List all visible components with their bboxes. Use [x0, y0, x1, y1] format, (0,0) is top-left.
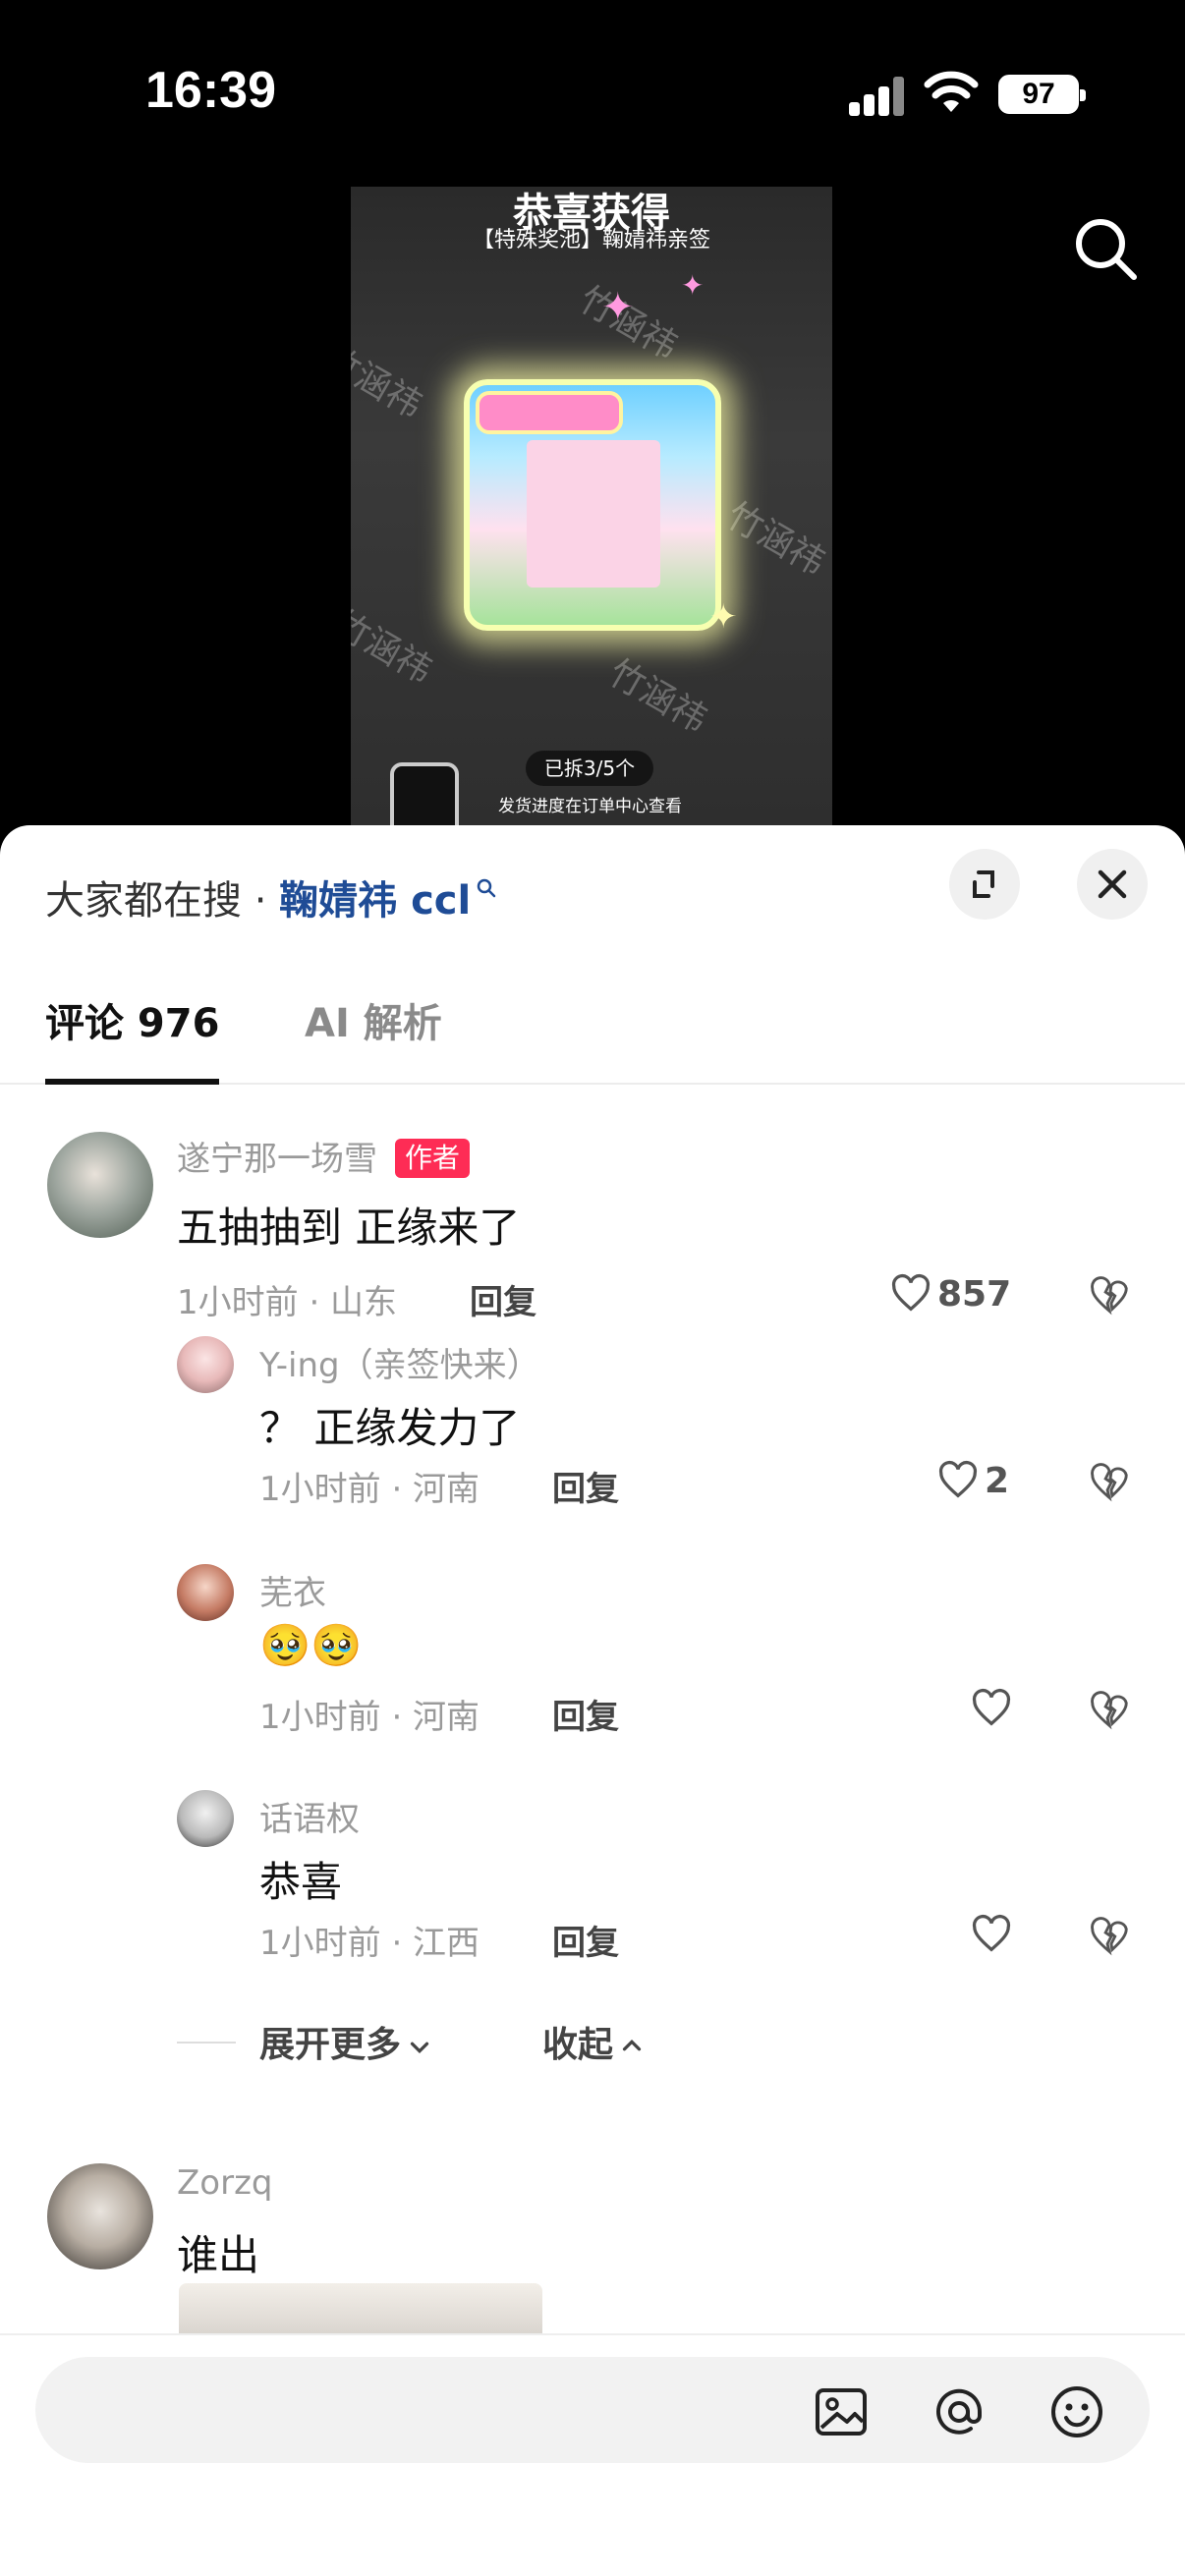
prize-card-image	[464, 379, 721, 631]
avatar[interactable]	[177, 1336, 234, 1393]
video-watermark: 竹涵祎	[351, 338, 429, 426]
collapse-label: 收起	[542, 2025, 614, 2065]
like-button[interactable]	[969, 1912, 1014, 1961]
heart-icon	[938, 1460, 978, 1498]
comment-input-area	[0, 2333, 1185, 2576]
comment-meta: 1小时前 · 河南	[259, 1698, 480, 1737]
reply-button[interactable]: 回复	[552, 1462, 619, 1510]
chevron-down-icon	[410, 2042, 429, 2054]
reply-button[interactable]: 回复	[552, 1690, 619, 1738]
expand-more-label: 展开更多	[259, 2025, 402, 2065]
emoji-icon[interactable]	[1047, 2382, 1106, 2441]
comment-username[interactable]: Y-ing（亲签快来）	[259, 1338, 540, 1386]
comment-username[interactable]: 话语权	[259, 1792, 360, 1840]
avatar[interactable]	[47, 1132, 153, 1238]
heart-icon	[891, 1273, 931, 1312]
avatar[interactable]	[47, 2163, 153, 2269]
expand-sheet-button[interactable]	[949, 849, 1020, 920]
close-button[interactable]	[1077, 849, 1148, 920]
video-watermark: 竹涵祎	[601, 652, 714, 741]
like-count: 857	[937, 1273, 1012, 1315]
broken-heart-icon	[1091, 1691, 1128, 1730]
hot-search-keyword[interactable]: 鞠婧祎 ccl	[279, 878, 471, 924]
comment-sheet: 大家都在搜 · 鞠婧祎 ccl 评论 976 AI 解析 遂宁那一场雪 作者 五抽…	[0, 825, 1185, 2576]
battery-level: 97	[1022, 78, 1055, 110]
prize-card-inner	[527, 440, 660, 588]
hot-search-bar[interactable]: 大家都在搜 · 鞠婧祎 ccl	[45, 868, 498, 925]
like-button[interactable]: 2	[935, 1458, 1009, 1507]
broken-heart-icon	[1091, 1917, 1128, 1956]
author-badge: 作者	[395, 1139, 471, 1178]
comment-text[interactable]: 谁出	[177, 2222, 259, 2282]
like-button[interactable]	[969, 1686, 1014, 1735]
mention-icon[interactable]	[930, 2382, 988, 2441]
reply-button[interactable]: 回复	[552, 1916, 619, 1964]
avatar[interactable]	[177, 1790, 234, 1847]
video-player[interactable]: 竹涵祎 竹涵祎 竹涵祎 竹涵祎 竹涵祎 恭喜获得 【特殊奖池】鞠婧祎亲签 ✦ ✦…	[0, 187, 1185, 825]
progress-pill: 已拆3/5个	[526, 751, 653, 786]
video-watermark: 竹涵祎	[351, 603, 439, 692]
dislike-button[interactable]	[1087, 1688, 1136, 1737]
dislike-button[interactable]	[1087, 1914, 1136, 1963]
expand-more-button[interactable]: 展开更多	[259, 2016, 434, 2067]
comment-meta: 1小时前 · 江西	[259, 1924, 480, 1963]
comment-text[interactable]: ？ 正缘发力了	[259, 1395, 520, 1455]
progress-hint: 发货进度在订单中心查看	[498, 797, 682, 816]
chevron-up-icon	[622, 2039, 642, 2051]
hot-search-label: 大家都在搜 ·	[45, 878, 280, 924]
like-button[interactable]: 857	[888, 1271, 1011, 1320]
search-icon[interactable]	[1071, 214, 1140, 283]
comment-username[interactable]: 芜衣	[259, 1566, 326, 1614]
close-icon	[1098, 869, 1127, 899]
wifi-icon	[924, 71, 979, 112]
comment-meta: 1小时前 · 河南	[259, 1470, 480, 1509]
battery-icon: 97	[998, 75, 1086, 114]
comment-input-placeholder	[71, 2382, 464, 2437]
broken-heart-icon	[1091, 1276, 1128, 1316]
comment-meta: 1小时前 · 山东	[177, 1283, 398, 1322]
tab-comments[interactable]: 评论 976	[45, 982, 220, 1085]
comment-username[interactable]: Zorzq	[177, 2163, 273, 2203]
cellular-signal-icon	[849, 77, 906, 116]
search-icon	[477, 878, 496, 898]
video-thumbnail	[390, 762, 459, 825]
comment-text[interactable]: 🥹🥹	[259, 1621, 363, 1670]
image-icon[interactable]	[812, 2382, 871, 2441]
expand-icon	[973, 870, 994, 898]
sparkle-icon: ✦	[601, 285, 635, 330]
thread-controls: 展开更多 收起	[177, 2016, 865, 2075]
thread-divider	[177, 2042, 236, 2044]
avatar[interactable]	[177, 1564, 234, 1621]
tab-ai-analysis[interactable]: AI 解析	[305, 982, 442, 1085]
heart-icon	[972, 1688, 1011, 1726]
sparkle-icon: ✦	[709, 597, 738, 637]
prize-logo	[476, 391, 623, 434]
dislike-button[interactable]	[1087, 1460, 1136, 1509]
reply-button[interactable]: 回复	[470, 1275, 536, 1323]
video-frame: 竹涵祎 竹涵祎 竹涵祎 竹涵祎 竹涵祎 恭喜获得 【特殊奖池】鞠婧祎亲签 ✦ ✦…	[351, 187, 832, 825]
status-bar: 16:39 97	[0, 0, 1185, 187]
video-subtitle: 【特殊奖池】鞠婧祎亲签	[472, 228, 710, 252]
dislike-button[interactable]	[1087, 1273, 1136, 1322]
broken-heart-icon	[1091, 1463, 1128, 1502]
comment-username[interactable]: 遂宁那一场雪 作者	[177, 1132, 471, 1180]
comment-text[interactable]: 恭喜	[259, 1849, 342, 1909]
comment-text[interactable]: 五抽抽到 正缘来了	[177, 1195, 520, 1255]
comment-tabs: 评论 976 AI 解析	[0, 982, 1185, 1085]
comment-input[interactable]	[35, 2357, 1150, 2463]
like-count: 2	[985, 1460, 1010, 1501]
status-time: 16:39	[145, 62, 276, 119]
collapse-button[interactable]: 收起	[542, 2016, 647, 2067]
comment-username-text: 遂宁那一场雪	[177, 1140, 377, 1179]
sparkle-icon: ✦	[681, 269, 705, 302]
heart-icon	[972, 1914, 1011, 1952]
video-watermark: 竹涵祎	[719, 495, 832, 584]
